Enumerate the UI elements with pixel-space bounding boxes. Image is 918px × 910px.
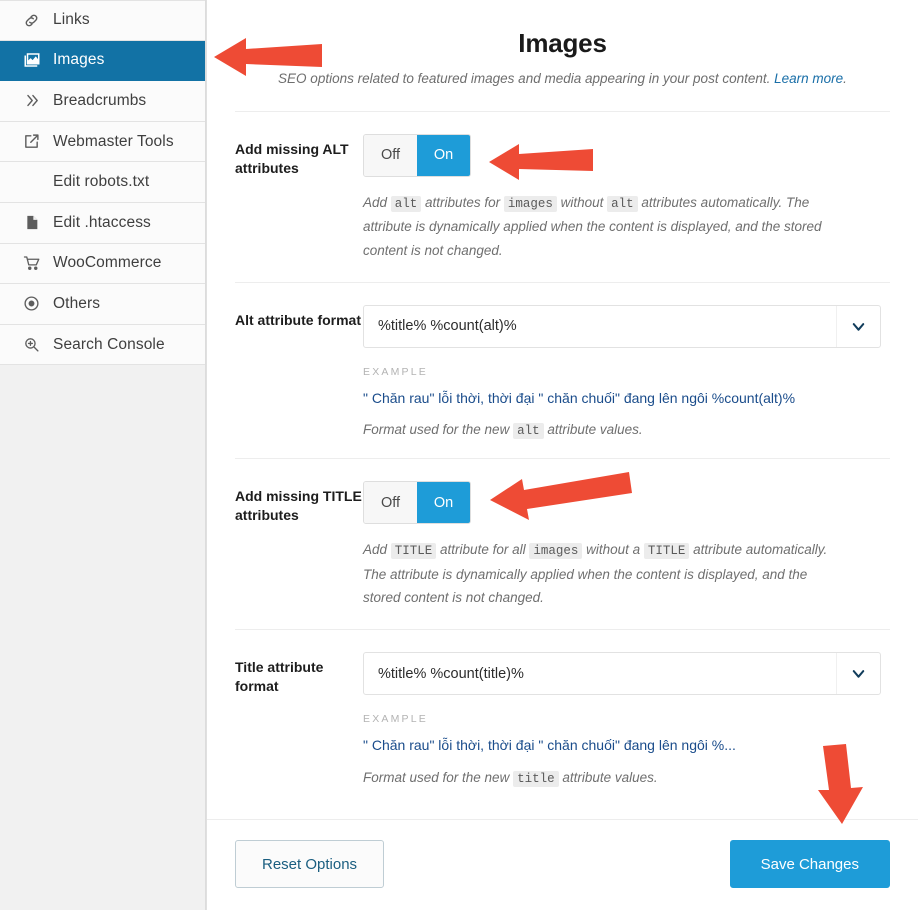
sidebar-item-woocommerce[interactable]: WooCommerce xyxy=(0,243,205,285)
row-title-attribute-format: Title attribute format %title% %count(ti… xyxy=(235,630,890,806)
code-alt-hint: alt xyxy=(513,423,544,440)
alt-toggle-on[interactable]: On xyxy=(417,134,470,176)
row-label: Add missing TITLE attributes xyxy=(235,488,362,524)
sidebar-item-others[interactable]: Others xyxy=(0,284,205,325)
alt-format-value: %title% %count(alt)% xyxy=(378,318,517,335)
chevron-down-icon[interactable] xyxy=(836,305,880,347)
hint-part: Format used for the new xyxy=(363,422,514,438)
page-subtitle: SEO options related to featured images a… xyxy=(235,70,890,89)
alt-attributes-toggle[interactable]: Off On xyxy=(363,133,471,177)
images-icon xyxy=(22,51,41,70)
title-example-text: " Chăn rau" lỗi thời, thời đại " chăn ch… xyxy=(363,737,736,754)
settings-sidebar: Links Images Breadcrumbs Webmaster Tools… xyxy=(0,0,206,910)
sidebar-item-label: Search Console xyxy=(53,335,165,353)
sidebar-item-webmaster-tools[interactable]: Webmaster Tools xyxy=(0,121,205,163)
desc-part: Add xyxy=(363,194,391,210)
settings-content: Images SEO options related to featured i… xyxy=(207,0,918,819)
save-changes-button[interactable]: Save Changes xyxy=(729,840,890,888)
target-icon xyxy=(22,294,41,313)
search-zoom-icon xyxy=(22,335,41,354)
learn-more-link[interactable]: Learn more xyxy=(774,71,843,86)
code-title: TITLE xyxy=(390,543,437,560)
row-label: Title attribute format xyxy=(235,659,324,695)
chevron-down-icon[interactable] xyxy=(836,653,880,695)
code-alt-2: alt xyxy=(607,195,638,212)
sidebar-item-edit-robots-txt[interactable]: Edit robots.txt xyxy=(0,162,205,203)
alt-example-label: EXAMPLE xyxy=(363,365,429,378)
alt-toggle-description: Add alt attributes for images without al… xyxy=(363,191,843,262)
sidebar-item-images[interactable]: Images xyxy=(0,40,205,82)
alt-example-text: " Chăn rau" lỗi thời, thời đại " chăn ch… xyxy=(363,389,796,406)
hint-part: attribute values. xyxy=(543,422,643,438)
page-header: Images SEO options related to featured i… xyxy=(235,0,890,112)
chevrons-right-icon xyxy=(22,91,41,110)
sidebar-item-label: Others xyxy=(53,294,101,312)
desc-part: attribute for all xyxy=(436,542,530,558)
row-body: Off On Add alt attributes for images wit… xyxy=(363,133,890,262)
code-images-2: images xyxy=(529,543,583,560)
page-title: Images xyxy=(518,28,607,58)
code-alt: alt xyxy=(390,195,422,212)
sidebar-item-search-console[interactable]: Search Console xyxy=(0,324,205,366)
seo-settings-screen: Links Images Breadcrumbs Webmaster Tools… xyxy=(0,0,918,910)
link-icon xyxy=(22,11,41,30)
row-label: Alt attribute format xyxy=(235,311,361,328)
row-alt-attribute-format: Alt attribute format %title% %count(alt)… xyxy=(235,283,890,460)
sidebar-item-label: Images xyxy=(53,51,105,69)
document-icon xyxy=(22,213,41,232)
code-images: images xyxy=(503,195,557,212)
sidebar-item-label: Links xyxy=(53,11,90,29)
alt-attribute-format-select[interactable]: %title% %count(alt)% xyxy=(363,304,881,348)
title-toggle-off[interactable]: Off xyxy=(364,482,417,524)
desc-part: without a xyxy=(582,542,644,558)
title-example-label: EXAMPLE xyxy=(363,713,429,726)
hint-part: attribute values. xyxy=(558,769,658,785)
sidebar-item-label: Breadcrumbs xyxy=(53,91,147,109)
sidebar-item-label: WooCommerce xyxy=(53,254,162,272)
title-attributes-toggle[interactable]: Off On xyxy=(363,481,471,525)
desc-part: without xyxy=(556,194,608,210)
title-attribute-format-select[interactable]: %title% %count(title)% xyxy=(363,652,881,696)
title-toggle-on[interactable]: On xyxy=(417,482,470,524)
row-label: Add missing ALT attributes xyxy=(235,140,349,176)
sidebar-item-label: Webmaster Tools xyxy=(53,132,174,150)
cart-icon xyxy=(22,254,41,273)
row-body: Off On Add TITLE attribute for all image… xyxy=(363,481,890,609)
code-title-hint: title xyxy=(513,770,559,787)
title-format-value: %title% %count(title)% xyxy=(378,665,524,682)
row-body: %title% %count(alt)% EXAMPLE " Chăn rau"… xyxy=(363,304,890,440)
sidebar-item-label: Edit .htaccess xyxy=(53,213,151,231)
subtitle-period: . xyxy=(843,71,847,86)
title-toggle-description: Add TITLE attribute for all images witho… xyxy=(363,538,843,609)
row-add-missing-alt: Add missing ALT attributes Off On Add al… xyxy=(235,112,890,283)
reset-options-button[interactable]: Reset Options xyxy=(235,840,385,888)
sidebar-item-label: Edit robots.txt xyxy=(53,173,150,191)
code-title-2: TITLE xyxy=(643,543,690,560)
alt-format-hint: Format used for the new alt attribute va… xyxy=(363,422,890,440)
desc-part: attributes for xyxy=(421,194,504,210)
desc-part: Add xyxy=(363,542,391,558)
sidebar-item-breadcrumbs[interactable]: Breadcrumbs xyxy=(0,81,205,122)
hint-part: Format used for the new xyxy=(363,769,514,785)
sidebar-item-edit-htaccess[interactable]: Edit .htaccess xyxy=(0,202,205,244)
alt-toggle-off[interactable]: Off xyxy=(364,134,417,176)
settings-panel: Images SEO options related to featured i… xyxy=(206,0,918,910)
row-body: %title% %count(title)% EXAMPLE " Chăn ra… xyxy=(363,652,890,787)
row-add-missing-title: Add missing TITLE attributes Off On Add … xyxy=(235,459,890,631)
blank-icon xyxy=(22,173,41,192)
title-format-hint: Format used for the new title attribute … xyxy=(363,769,890,787)
panel-footer: Reset Options Save Changes xyxy=(207,819,918,910)
sidebar-item-links[interactable]: Links xyxy=(0,0,205,41)
external-link-icon xyxy=(22,132,41,151)
page-subtitle-text: SEO options related to featured images a… xyxy=(278,71,771,86)
